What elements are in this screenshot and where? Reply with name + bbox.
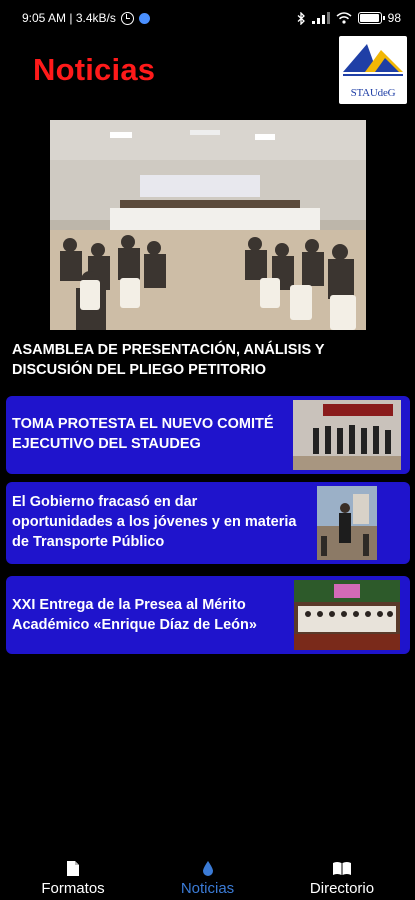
news-thumbnail [294,580,400,650]
news-headline: TOMA PROTESTA EL NUEVO COMITÉ EJECUTIVO … [12,416,274,452]
nav-item-noticias[interactable]: Noticias [143,859,273,897]
nav-item-directorio[interactable]: Directorio [277,859,407,897]
status-left: 9:05 AM | 3.4kB/s [22,11,150,25]
staudeg-logo: STAUdeG [339,36,407,104]
header: Noticias STAUdeG [0,36,415,112]
wifi-icon [336,12,352,24]
news-card[interactable]: XXI Entrega de la Presea al Mérito Acadé… [6,576,410,654]
nav-label-directorio: Directorio [309,880,375,897]
news-thumbnail-image [294,580,400,650]
news-thumbnail-image [317,486,377,560]
bluetooth-icon [297,11,305,25]
news-card[interactable]: El Gobierno fracasó en dar oportunidades… [6,482,410,564]
battery-fill [359,14,380,22]
page-title: Noticias [33,52,156,87]
news-thumbnail [293,400,401,470]
news-thumbnail-image [293,400,401,470]
battery-icon [357,12,385,24]
battery-percent: 98 [387,11,401,25]
featured-photo[interactable] [50,120,366,330]
document-icon [66,859,80,877]
news-headline: XXI Entrega de la Presea al Mérito Acadé… [12,597,257,633]
nav-label-noticias: Noticias [180,880,235,897]
drop-icon [202,859,214,877]
news-thumbnail [317,486,377,560]
alarm-icon [120,11,134,25]
news-card[interactable]: TOMA PROTESTA EL NUEVO COMITÉ EJECUTIVO … [6,396,410,474]
assembly-photo [50,120,366,330]
featured-caption[interactable]: ASAMBLEA DE PRESENTACIÓN, ANÁLISIS Y DIS… [12,340,372,380]
status-right: 98 [297,11,401,25]
status-bar: 9:05 AM | 3.4kB/s 98 [0,0,415,36]
message-icon [138,12,150,24]
nav-item-formatos[interactable]: Formatos [8,859,138,897]
signal-icon [311,12,330,24]
nav-label-formatos: Formatos [41,880,105,897]
bottom-nav: Formatos Noticias Directorio [0,852,415,900]
news-headline: El Gobierno fracasó en dar oportunidades… [12,494,297,550]
status-time: 9:05 AM | 3.4kB/s [22,11,116,25]
book-icon [332,859,352,877]
logo-text: STAUdeG [350,87,396,99]
